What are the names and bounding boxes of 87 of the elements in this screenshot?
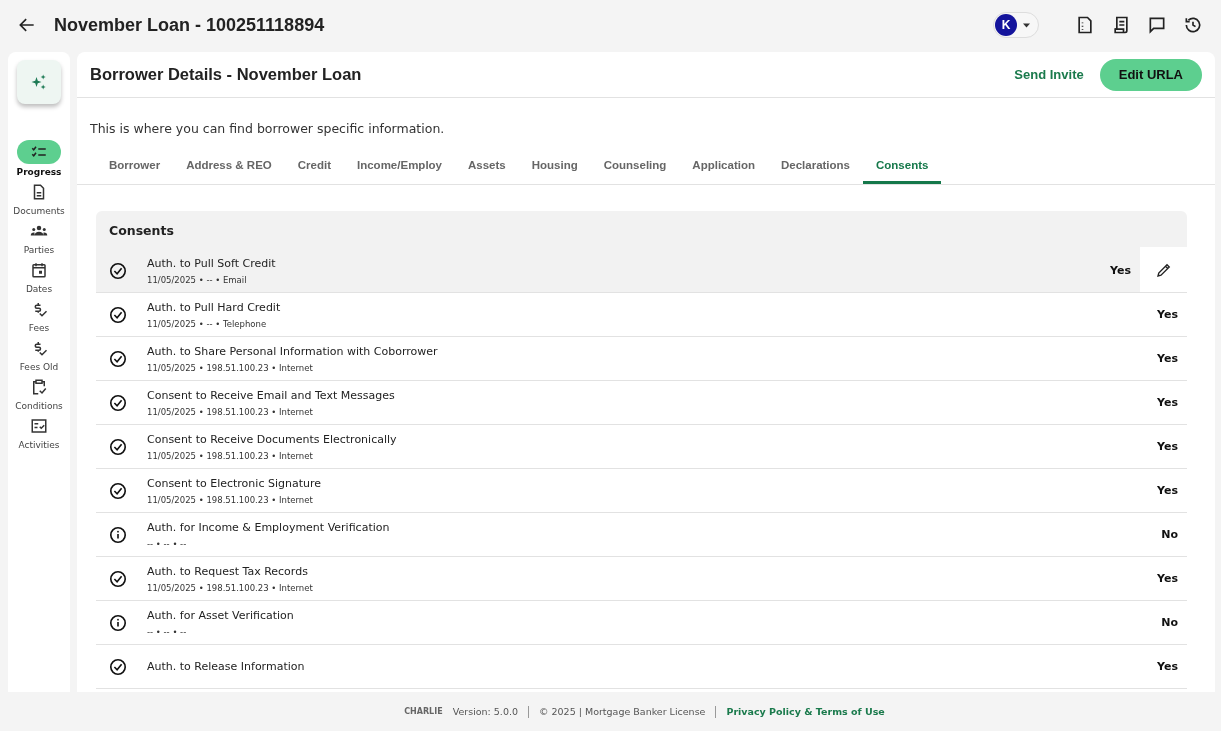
- consent-details: 11/05/2025 • 198.51.100.23 • Internet: [147, 362, 314, 373]
- sidebar-item[interactable]: Documents: [13, 181, 65, 216]
- check-circle-icon: [109, 393, 127, 412]
- clipboard-check-icon: [30, 378, 48, 396]
- sidebar-item[interactable]: Conditions: [15, 376, 63, 411]
- info-icon: [109, 613, 127, 632]
- consent-value: Yes: [1110, 264, 1131, 277]
- sidebar-item[interactable]: Parties: [17, 220, 61, 255]
- tab[interactable]: Housing: [518, 153, 591, 184]
- consent-name: Consent to Receive Documents Electronically: [147, 432, 398, 446]
- consent-name: Auth. to Request Tax Records: [147, 564, 309, 578]
- consent-details: 11/05/2025 • -- • Email: [147, 274, 248, 285]
- tab[interactable]: Assets: [455, 153, 519, 184]
- consent-row[interactable]: Auth. for Income & Employment Verification -- • -- • -- No: [96, 513, 1187, 557]
- consent-name: Auth. to Pull Soft Credit: [147, 256, 277, 270]
- checklist-icon: [30, 417, 48, 435]
- check-circle-icon: [109, 569, 127, 588]
- check-circle-icon: [109, 349, 127, 368]
- consent-details: -- • -- • --: [147, 626, 188, 637]
- consent-details: 11/05/2025 • -- • Telephone: [147, 318, 268, 329]
- calendar-icon: [30, 261, 48, 279]
- section-title: Borrower Details - November Loan: [90, 65, 362, 84]
- consent-row[interactable]: Consent to Electronic Signature 11/05/2025 • 198.51.100.23 • Internet Yes: [96, 469, 1187, 513]
- logo: CHARLIE: [404, 707, 443, 716]
- consent-details: 11/05/2025 • 198.51.100.23 • Internet: [147, 450, 314, 461]
- tab[interactable]: Borrower: [96, 153, 174, 184]
- check-circle-icon: [109, 261, 127, 280]
- consent-row[interactable]: Auth. to Pull Hard Credit 11/05/2025 • -- • Telephone Yes: [96, 293, 1187, 337]
- account-menu[interactable]: K: [993, 12, 1039, 38]
- consent-name: Consent to Electronic Signature: [147, 476, 322, 490]
- edit-button[interactable]: [1140, 247, 1187, 292]
- consent-details: 11/05/2025 • 198.51.100.23 • Internet: [147, 582, 314, 593]
- info-icon: [109, 525, 127, 544]
- receipt-icon[interactable]: [1111, 15, 1131, 35]
- description: This is where you can find borrower specific information.: [90, 121, 446, 136]
- check-circle-icon: [109, 437, 127, 456]
- caret-icon: [1023, 22, 1030, 28]
- consent-value: Yes: [1157, 484, 1178, 497]
- consent-name: Auth. for Asset Verification: [147, 608, 295, 622]
- consent-value: Yes: [1157, 308, 1178, 321]
- check-circle-icon: [109, 657, 127, 676]
- consent-details: -- • -- • --: [147, 538, 188, 549]
- tab[interactable]: Counseling: [590, 153, 680, 184]
- tab[interactable]: Application: [679, 153, 768, 184]
- consent-name: Auth. to Share Personal Information with Coborrower: [147, 344, 439, 358]
- consent-value: Yes: [1157, 396, 1178, 409]
- check-circle-icon: [109, 305, 127, 324]
- privacy-link[interactable]: Privacy Policy & Terms of Use: [726, 706, 885, 717]
- avatar: K: [995, 14, 1017, 36]
- consent-name: Auth. to Release Information: [147, 660, 306, 673]
- consent-row[interactable]: Auth. to Pull Soft Credit 11/05/2025 • -- • Email Yes: [96, 249, 1187, 293]
- sidebar-item[interactable]: Fees Old: [17, 337, 61, 372]
- copyright-text: © 2025 | Mortgage Banker License: [539, 706, 706, 717]
- consent-value: Yes: [1157, 440, 1178, 453]
- consent-value: Yes: [1157, 660, 1178, 673]
- version-text: Version: 5.0.0: [452, 706, 518, 717]
- consent-row[interactable]: Consent to Receive Documents Electronically 11/05/2025 • 198.51.100.23 • Internet Yes: [96, 425, 1187, 469]
- table-title: Consents: [109, 222, 174, 238]
- chat-icon[interactable]: [1147, 15, 1167, 35]
- consent-details: 11/05/2025 • 198.51.100.23 • Internet: [147, 406, 314, 417]
- sidebar-item[interactable]: Activities: [17, 415, 61, 450]
- consent-value: Yes: [1157, 572, 1178, 585]
- invite-link[interactable]: Send Invite: [1004, 59, 1094, 90]
- consent-name: Auth. for Income & Employment Verification: [147, 520, 391, 534]
- consent-row[interactable]: Consent to Receive Email and Text Messages 11/05/2025 • 198.51.100.23 • Internet Yes: [96, 381, 1187, 425]
- page-title: November Loan - 100251118894: [54, 14, 325, 36]
- consent-value: No: [1161, 528, 1178, 541]
- sidebar-item[interactable]: Dates: [17, 259, 61, 294]
- consent-row[interactable]: Auth. to Request Tax Records 11/05/2025 • 198.51.100.23 • Internet Yes: [96, 557, 1187, 601]
- edit-button[interactable]: Edit URLA: [1099, 58, 1202, 91]
- consent-name: Consent to Receive Email and Text Messages: [147, 388, 396, 402]
- tab[interactable]: Declarations: [767, 153, 863, 184]
- history-icon[interactable]: [1183, 15, 1203, 35]
- consent-value: Yes: [1157, 352, 1178, 365]
- consent-details: 11/05/2025 • 198.51.100.23 • Internet: [147, 494, 314, 505]
- document-icon[interactable]: [1075, 15, 1095, 35]
- consent-row[interactable]: Auth. to Release Information Yes: [96, 645, 1187, 689]
- tab[interactable]: Credit: [284, 153, 344, 184]
- tab[interactable]: Address & REO: [173, 153, 285, 184]
- consent-name: Auth. to Pull Hard Credit: [147, 300, 282, 314]
- consent-row[interactable]: Auth. for Asset Verification -- • -- • -- No: [96, 601, 1187, 645]
- tab[interactable]: Consents: [863, 153, 942, 184]
- tab[interactable]: Income/Employ: [344, 153, 455, 184]
- sidebar-item[interactable]: Fees: [17, 298, 61, 333]
- consent-row[interactable]: Auth. to Share Personal Information with Coborrower 11/05/2025 • 198.51.100.23 • Internet Yes: [96, 337, 1187, 381]
- consent-value: No: [1161, 616, 1178, 629]
- check-circle-icon: [109, 481, 127, 500]
